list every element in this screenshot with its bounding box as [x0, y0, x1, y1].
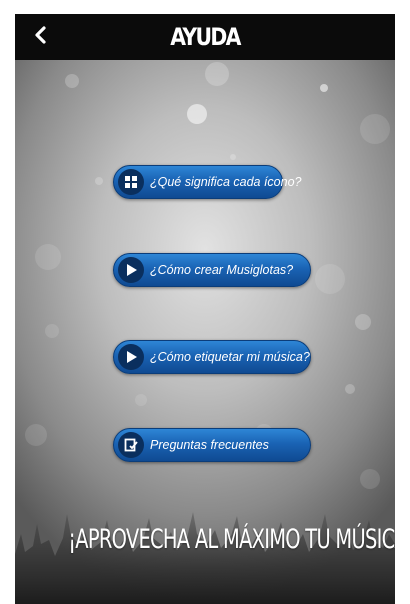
- menu-item-label: ¿Cómo etiquetar mi música?: [150, 350, 310, 364]
- bokeh-light: [135, 394, 147, 406]
- page-title: AYUDA: [170, 23, 241, 51]
- menu-item-label: ¿Qué significa cada ícono?: [150, 175, 302, 189]
- bokeh-light: [35, 244, 61, 270]
- bokeh-light: [45, 324, 59, 338]
- bokeh-light: [355, 314, 371, 330]
- bokeh-light: [65, 74, 79, 88]
- play-icon: [118, 257, 144, 283]
- bokeh-light: [360, 469, 380, 489]
- tag-music-button[interactable]: ¿Cómo etiquetar mi música?: [113, 340, 311, 374]
- bokeh-light: [345, 384, 355, 394]
- bokeh-light: [315, 264, 345, 294]
- chevron-left-icon: [33, 25, 47, 49]
- grid-icon: [118, 169, 144, 195]
- bokeh-light: [95, 177, 103, 185]
- bokeh-light: [230, 154, 236, 160]
- menu-item-label: Preguntas frecuentes: [150, 438, 269, 452]
- icon-meaning-button[interactable]: ¿Qué significa cada ícono?: [113, 165, 301, 199]
- create-musiglotas-button[interactable]: ¿Cómo crear Musiglotas?: [113, 253, 311, 287]
- menu-item-label: ¿Cómo crear Musiglotas?: [150, 263, 294, 277]
- help-screen: AYUDA ¿Qué significa cada ícono? ¿Cómo c…: [15, 14, 395, 604]
- bokeh-light: [187, 104, 207, 124]
- footer-slogan: ¡APROVECHA AL MÁXIMO TU MÚSICA!: [68, 524, 395, 555]
- top-bar: AYUDA: [15, 14, 395, 60]
- bokeh-light: [320, 84, 328, 92]
- back-button[interactable]: [23, 20, 57, 54]
- play-icon: [118, 344, 144, 370]
- bokeh-light: [205, 62, 229, 86]
- bokeh-light: [25, 424, 47, 446]
- bokeh-light: [360, 114, 390, 144]
- edit-icon: [118, 432, 144, 458]
- faq-button[interactable]: Preguntas frecuentes: [113, 428, 311, 462]
